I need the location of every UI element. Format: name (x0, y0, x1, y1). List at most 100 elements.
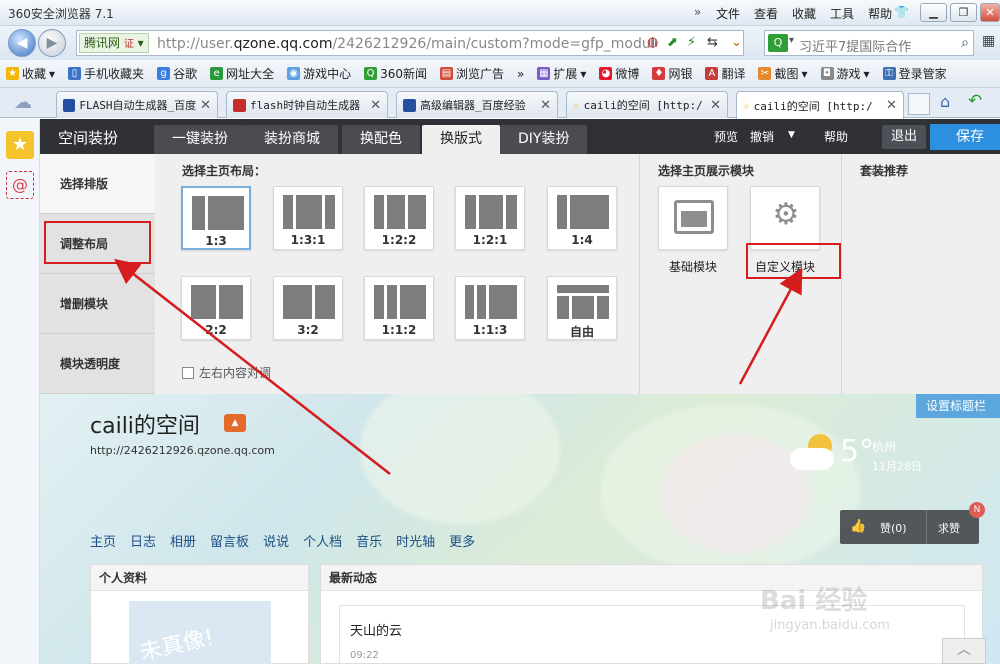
tab-caili-space-1[interactable]: ☆ caili的空间 [http:/✕ (566, 91, 728, 118)
side-module-opacity[interactable]: 模块透明度 (40, 334, 155, 394)
grid-icon[interactable]: ▦ (982, 33, 995, 49)
close-tab-icon[interactable]: ✕ (886, 98, 897, 113)
cloud-icon[interactable]: ☁ (14, 92, 32, 113)
nav-music[interactable]: 音乐 (356, 531, 382, 550)
basic-module-button[interactable] (658, 186, 728, 250)
menu-arrows-icon[interactable]: » (694, 5, 701, 19)
save-button[interactable]: 保存 (930, 124, 1000, 150)
nav-home[interactable]: 主页 (90, 531, 116, 550)
layout-1-2-1[interactable]: 1:2:1 (455, 186, 525, 250)
checkbox-box[interactable] (182, 366, 194, 379)
url-bar[interactable]: 腾讯网 证 ▾ http://user.qzone.qq.com/2426212… (76, 30, 744, 56)
fav-news[interactable]: Q 360新闻 (364, 65, 427, 82)
custom-module-button[interactable]: ⚙ (750, 186, 820, 250)
tab-flash-generator[interactable]: FLASH自动生成器_百度 ✕ (56, 91, 218, 118)
menu-file[interactable]: 文件 (716, 5, 740, 22)
tab-flash-clock[interactable]: flash时钟自动生成器 ✕ (226, 91, 388, 118)
menu-tools[interactable]: 工具 (830, 5, 854, 22)
close-tab-icon[interactable]: ✕ (540, 98, 551, 113)
tab-advanced-editor[interactable]: 高级编辑器_百度经验 ✕ (396, 91, 558, 118)
fav-bank[interactable]: ♦ 网银 (652, 65, 692, 82)
back-button[interactable]: ◀ (8, 29, 36, 57)
fav-more-icon[interactable]: » (517, 67, 524, 81)
layout-1-4[interactable]: 1:4 (547, 186, 617, 250)
url-text[interactable]: http://user.qzone.qq.com/2426212926/main… (157, 36, 657, 52)
fav-games[interactable]: ◉ 游戏中心 (287, 65, 351, 82)
menu-favorites[interactable]: 收藏 (792, 5, 816, 22)
close-tab-icon[interactable]: ✕ (200, 98, 211, 113)
fav-extensions[interactable]: ▦ 扩展 ▾ (537, 65, 586, 82)
fav-mobile[interactable]: ▯ 手机收藏夹 (68, 65, 144, 82)
new-tab-button[interactable] (908, 93, 930, 115)
tab-caili-space-2[interactable]: ☆ caili的空间 [http:/✕ (736, 91, 904, 119)
search-box[interactable]: Q ▾ 习近平7提国际合作 ⌕ (764, 30, 974, 56)
dropdown-icon[interactable]: ⌄ (731, 35, 742, 50)
ask-like-button[interactable]: 求赞 (938, 520, 960, 536)
favorites-star-icon[interactable]: ★ (6, 131, 34, 159)
thumbs-up-icon[interactable]: 👍 (850, 519, 866, 534)
search-icon[interactable]: ⌕ (961, 35, 969, 51)
fav-portal[interactable]: e 网址大全 (210, 65, 274, 82)
fav-screenshot[interactable]: ✂ 截图 ▾ (758, 65, 808, 82)
side-add-remove-modules[interactable]: 增删模块 (40, 274, 155, 334)
swap-left-right-checkbox[interactable]: 左右内容对调 (182, 364, 271, 381)
skin-icon[interactable]: 👕 (894, 5, 909, 19)
nav-blog[interactable]: 日志 (130, 531, 156, 550)
fav-translate[interactable]: A 翻译 (705, 65, 745, 82)
site-identity[interactable]: 腾讯网 证 ▾ (79, 33, 149, 53)
maximize-button[interactable]: ❐ (950, 3, 977, 22)
search-engine-icon[interactable]: Q (768, 34, 788, 52)
layout-1-2-2[interactable]: 1:2:2 (364, 186, 434, 250)
layout-1-3-1[interactable]: 1:3:1 (273, 186, 343, 250)
search-input[interactable]: 习近平7提国际合作 (799, 36, 911, 55)
undo-close-icon[interactable]: ↶ (968, 91, 982, 111)
forward-button[interactable]: ▶ (38, 29, 66, 57)
nav-message-board[interactable]: 留言板 (210, 531, 249, 550)
help-button[interactable]: 帮助 (824, 128, 848, 145)
tab-color[interactable]: 换配色 (342, 125, 420, 154)
menu-view[interactable]: 查看 (754, 5, 778, 22)
layout-3-2[interactable]: 3:2 (273, 276, 343, 340)
nav-profile[interactable]: 个人档 (303, 531, 342, 550)
nav-album[interactable]: 相册 (170, 531, 196, 550)
layout-2-2[interactable]: 2:2 (181, 276, 251, 340)
nav-more[interactable]: 更多 (449, 531, 475, 550)
fav-weibo[interactable]: ◕ 微博 (599, 65, 639, 82)
menu-help[interactable]: 帮助 (868, 5, 892, 22)
nav-shuoshuo[interactable]: 说说 (263, 531, 289, 550)
undo-button[interactable]: 撤销 (750, 128, 774, 145)
set-title-bar-button[interactable]: 设置标题栏 (916, 394, 1000, 418)
like-count-button[interactable]: 赞(0) (880, 520, 907, 536)
fav-ads[interactable]: ▤ 浏览广告 (440, 65, 504, 82)
close-button[interactable]: ✕ (980, 3, 1000, 22)
feed-item[interactable]: 天山的云 09:22 (339, 605, 965, 664)
space-name[interactable]: caili的空间 (90, 408, 200, 440)
fav-login[interactable]: ⚿ 登录管家 (882, 65, 947, 82)
tab-layout[interactable]: 换版式 (422, 125, 500, 154)
fav-google[interactable]: g 谷歌 (157, 65, 197, 82)
tab-diy[interactable]: DIY装扮 (500, 125, 588, 154)
share-icon[interactable]: ⬈ (667, 35, 678, 50)
close-tab-icon[interactable]: ✕ (710, 98, 721, 113)
layout-1-1-2[interactable]: 1:1:2 (364, 276, 434, 340)
shield-icon[interactable]: ◍ (647, 35, 658, 50)
undo-dropdown-icon[interactable]: ▼ (788, 130, 795, 140)
compat-icon[interactable]: ⇆ (707, 35, 718, 50)
feed-item-title[interactable]: 天山的云 (350, 620, 402, 639)
preview-button[interactable]: 预览 (714, 128, 738, 145)
side-select-layout[interactable]: 选择排版 (40, 154, 155, 214)
mail-icon[interactable]: @ (6, 171, 34, 199)
tab-mall[interactable]: 装扮商城 (246, 125, 338, 154)
minimize-button[interactable]: ▁ (920, 3, 947, 22)
layout-1-1-3[interactable]: 1:1:3 (455, 276, 525, 340)
avatar[interactable]: 未真像! (129, 601, 271, 664)
chevron-down-icon[interactable]: ▾ (789, 35, 794, 46)
vip-badge-icon[interactable]: ▲ (224, 414, 246, 432)
layout-free[interactable]: 自由 (547, 276, 617, 340)
fav-collect[interactable]: ★ 收藏 ▾ (6, 65, 55, 82)
fav-game[interactable]: ◘ 游戏 ▾ (820, 65, 870, 82)
nav-timeline[interactable]: 时光轴 (396, 531, 435, 550)
close-tab-icon[interactable]: ✕ (370, 98, 381, 113)
speed-icon[interactable]: ⚡ (687, 35, 696, 50)
exit-button[interactable]: 退出 (882, 125, 926, 149)
